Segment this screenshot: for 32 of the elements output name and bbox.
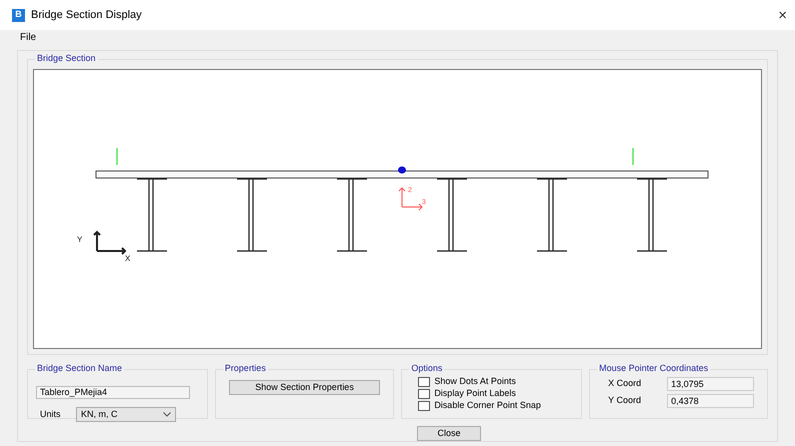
checkbox[interactable] [418,400,430,410]
marker-line [116,148,118,165]
checkbox[interactable] [418,376,430,386]
option-label: Show Dots At Points [434,376,516,387]
point-dot [398,166,406,174]
chevron-down-icon [163,412,171,417]
option-label: Disable Corner Point Snap [434,400,541,411]
close-button[interactable]: Close [417,426,481,441]
show-properties-button[interactable]: Show Section Properties [229,380,380,395]
group-title: Properties [222,362,268,374]
units-label: Units [39,408,62,421]
option-label: Display Point Labels [434,388,516,399]
group-title: Options [409,362,444,374]
marker-line [632,148,634,165]
local-axes-drawing [398,187,423,210]
coord-label: Y Coord [608,394,642,408]
menu-item[interactable]: File [20,30,36,44]
close-button[interactable]: × [776,8,789,22]
coord-field: 0,4378 [667,394,754,408]
axis-label: Y [77,235,82,244]
checkbox[interactable] [418,388,430,398]
coord-label: X Coord [608,377,642,390]
global-axes-drawing [93,230,126,255]
name-field[interactable]: Tablero_PMejia4 [36,386,190,400]
units-dropdown[interactable]: KN, m, C [76,407,176,422]
group-title: Mouse Pointer Coordinates [597,362,710,374]
app-icon: B [12,8,25,22]
window-title: Bridge Section Display [31,8,142,23]
coord-field: 13,0795 [667,377,754,391]
group-title: Bridge Section Name [35,362,124,374]
group-title: Bridge Section [35,52,98,64]
axis-label: X [125,254,130,263]
